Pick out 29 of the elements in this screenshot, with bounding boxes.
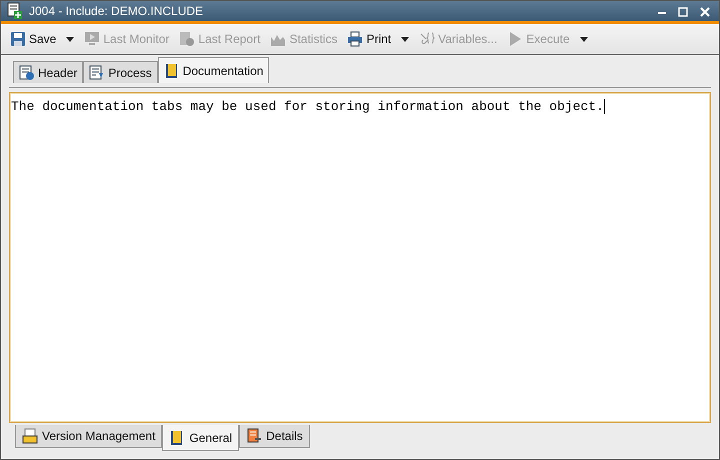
printer-icon	[347, 31, 364, 47]
version-icon	[22, 428, 38, 444]
close-icon	[700, 6, 710, 17]
info-document-icon	[19, 64, 35, 80]
tab[interactable]: Process	[83, 61, 158, 83]
toolbar-button[interactable]: Print	[344, 28, 394, 50]
caret-icon	[580, 36, 588, 42]
close-button[interactable]	[697, 5, 713, 17]
report-clock-icon	[179, 31, 196, 47]
tab[interactable]: General	[162, 425, 240, 451]
tab[interactable]: Header	[13, 61, 84, 83]
documentation-text: The documentation tabs may be used for storing information about the object.	[11, 99, 605, 114]
caret-icon	[401, 36, 410, 42]
tab[interactable]: Details	[239, 425, 310, 448]
book-icon	[164, 62, 180, 78]
window-title: J004 - Include: DEMO.INCLUDE	[29, 3, 204, 20]
tab[interactable]: Documentation	[158, 57, 270, 83]
tab[interactable]: Version Management	[15, 425, 162, 448]
caret-icon	[66, 36, 74, 42]
document-arrow-icon	[89, 64, 106, 80]
document-add-icon	[7, 2, 23, 20]
play-icon	[507, 31, 524, 47]
monitor-icon	[84, 31, 100, 47]
minimize-icon	[658, 12, 666, 14]
maximize-icon	[678, 6, 688, 17]
toolbar-button[interactable]: Save	[7, 28, 60, 50]
details-document-icon	[246, 428, 262, 444]
documentation-editor[interactable]: The documentation tabs may be used for storing information about the object.	[9, 92, 711, 423]
variables-icon	[419, 31, 436, 47]
